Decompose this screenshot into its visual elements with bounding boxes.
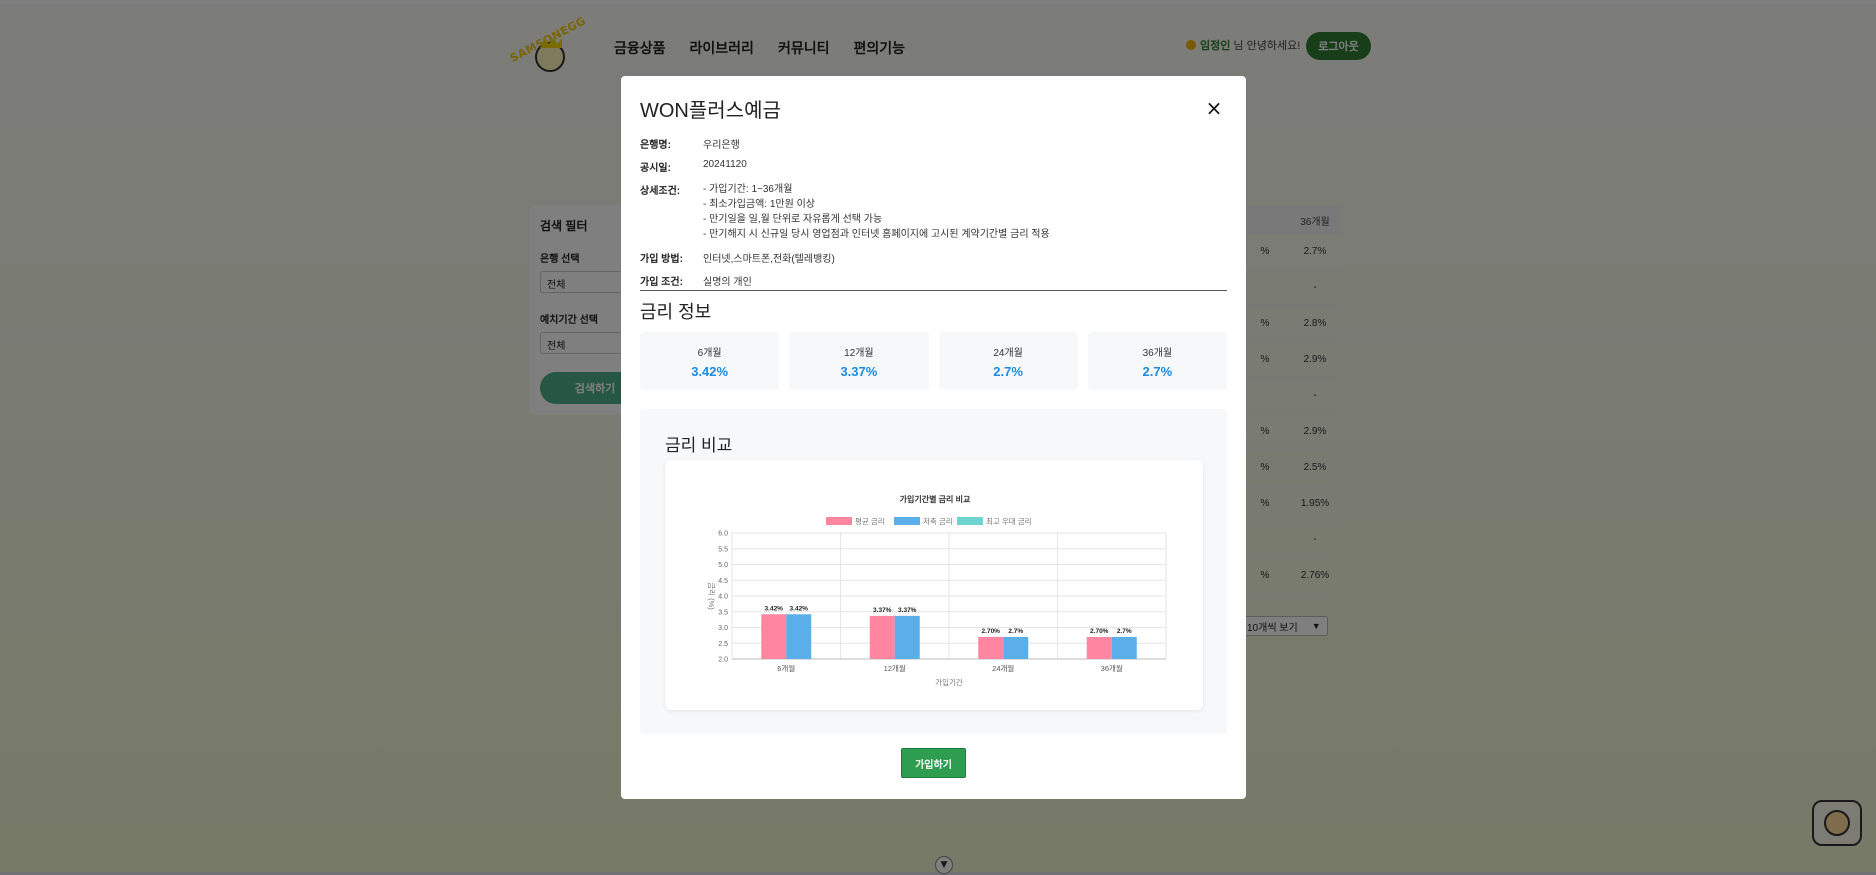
rate-card: 24개월 2.7% xyxy=(938,332,1078,390)
rate-value: 2.7% xyxy=(993,363,1023,379)
bar xyxy=(1086,636,1112,659)
compare-title: 금리 비교 xyxy=(665,436,733,455)
modal-title: WON플러스예금 xyxy=(640,100,781,122)
target-label: 가입 조건: xyxy=(640,277,683,288)
rate-term: 24개월 xyxy=(993,347,1023,359)
info-row-date: 공시일: 20241120 xyxy=(640,159,1226,174)
y-tick-label: 5.0 xyxy=(718,562,728,569)
bar xyxy=(1003,636,1029,659)
rate-section-title: 금리 정보 xyxy=(640,302,712,322)
rate-value: 2.7% xyxy=(1142,363,1173,379)
join-button[interactable]: 가입하기 xyxy=(901,748,966,778)
legend-label: 저축 금리 xyxy=(923,517,953,526)
data-label: 3.37% xyxy=(898,607,917,614)
divider xyxy=(640,290,1227,291)
data-label: 3.37% xyxy=(873,607,892,614)
legend-swatch xyxy=(957,517,983,525)
target-value: 실명의 개인 xyxy=(703,277,752,288)
product-info: 은행명: 우리은행 공시일: 20241120 상세조건: - 가입기간: 1~… xyxy=(640,136,1226,296)
y-tick-label: 2.0 xyxy=(718,657,728,664)
data-label: 3.42% xyxy=(790,605,809,612)
date-value: 20241120 xyxy=(703,159,747,170)
x-tick-label: 6개월 xyxy=(777,663,795,673)
rate-comparison-chart: 가입기간별 금리 비교평균 금리 저축 금리 최고 우대 금리 2.0 2.5 3.0 3.… xyxy=(707,494,1167,687)
method-value: 인터넷,스마트폰,전화(텔레뱅킹) xyxy=(703,254,835,265)
y-tick-label: 4.5 xyxy=(718,578,728,585)
rate-term: 12개월 xyxy=(844,347,874,359)
rate-term: 36개월 xyxy=(1142,347,1173,359)
product-detail-modal: WON플러스예금 × 은행명: 우리은행 공시일: 20241120 상세조건:… xyxy=(621,76,1246,799)
legend-swatch xyxy=(826,517,852,525)
bar xyxy=(869,615,895,659)
condition-line: - 만기해지 시 신규일 당시 영업점과 인터넷 홈페이지에 고시된 계약기간별… xyxy=(703,229,1050,240)
rate-card: 36개월 2.7% xyxy=(1087,332,1227,390)
data-label: 3.42% xyxy=(765,605,784,612)
info-row-method: 가입 방법: 인터넷,스마트폰,전화(텔레뱅킹) xyxy=(640,250,1226,265)
date-label: 공시일: xyxy=(640,163,671,174)
rate-value: 3.42% xyxy=(691,363,729,379)
bar xyxy=(894,615,920,659)
method-label: 가입 방법: xyxy=(640,254,683,265)
y-axis-label: 금리 (%) xyxy=(707,582,716,610)
bar xyxy=(761,614,787,659)
rate-term: 6개월 xyxy=(697,347,722,359)
rate-value: 3.37% xyxy=(840,363,878,379)
y-tick-label: 5.5 xyxy=(718,546,728,553)
rate-cards: 6개월 3.42% 12개월 3.37% 24개월 2.7% 36개월 2.7% xyxy=(640,332,1227,390)
info-row-bank: 은행명: 우리은행 xyxy=(640,136,1226,151)
bank-label: 은행명: xyxy=(640,140,671,151)
data-label: 2.70% xyxy=(1090,628,1109,635)
x-tick-label: 24개월 xyxy=(992,663,1014,673)
data-label: 2.7% xyxy=(1008,628,1023,635)
y-tick-label: 2.5 xyxy=(718,641,728,648)
x-tick-label: 36개월 xyxy=(1101,663,1123,673)
bar xyxy=(1111,636,1137,659)
x-tick-label: 12개월 xyxy=(884,663,906,673)
close-button[interactable]: × xyxy=(1204,98,1224,118)
chart-title: 가입기간별 금리 비교 xyxy=(900,494,971,504)
rate-compare-section: 금리 비교 가입기간별 금리 비교평균 금리 저축 금리 최고 우대 금리 2.0 2.… xyxy=(640,409,1227,734)
condition-line: - 최소가입금액: 1만원 이상 xyxy=(703,199,816,210)
data-label: 2.7% xyxy=(1117,628,1132,635)
bank-value: 우리은행 xyxy=(703,140,740,151)
condition-line: - 가입기간: 1~36개월 xyxy=(703,184,793,195)
bar xyxy=(786,614,812,659)
legend-swatch xyxy=(894,517,920,525)
chart-card: 가입기간별 금리 비교평균 금리 저축 금리 최고 우대 금리 2.0 2.5 3.0 3.… xyxy=(665,460,1203,710)
y-tick-label: 3.5 xyxy=(718,609,728,616)
legend-label: 평균 금리 xyxy=(855,516,885,526)
condition-line: - 만기일을 일,월 단위로 자유롭게 선택 가능 xyxy=(703,214,883,225)
data-label: 2.70% xyxy=(982,628,1001,635)
rate-card: 6개월 3.42% xyxy=(640,332,780,390)
y-tick-label: 4.0 xyxy=(718,594,728,601)
rate-card: 12개월 3.37% xyxy=(789,332,929,390)
y-tick-label: 3.0 xyxy=(718,625,728,632)
conditions-label: 상세조건: xyxy=(640,186,681,197)
info-row-conditions: 상세조건: - 가입기간: 1~36개월 - 최소가입금액: 1만원 이상 - … xyxy=(640,182,1226,242)
legend-label: 최고 우대 금리 xyxy=(986,516,1032,526)
y-tick-label: 6.0 xyxy=(718,531,728,538)
info-row-target: 가입 조건: 실명의 개인 xyxy=(640,273,1226,288)
x-axis-label: 가입기간 xyxy=(935,677,963,687)
conditions-list: - 가입기간: 1~36개월 - 최소가입금액: 1만원 이상 - 만기일을 일… xyxy=(703,182,1226,242)
bar xyxy=(978,636,1004,659)
